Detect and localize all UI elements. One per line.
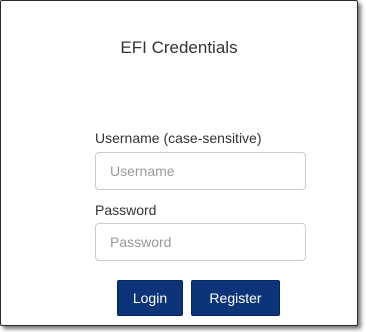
password-input[interactable] [95, 223, 306, 261]
dialog-title: EFI Credentials [120, 38, 238, 57]
login-button[interactable]: Login [117, 280, 183, 316]
username-label: Username (case-sensitive) [95, 130, 262, 146]
register-button[interactable]: Register [191, 280, 280, 316]
password-label: Password [95, 202, 157, 218]
credentials-dialog: EFI Credentials Username (case-sensitive… [0, 0, 358, 326]
username-input[interactable] [95, 152, 306, 190]
